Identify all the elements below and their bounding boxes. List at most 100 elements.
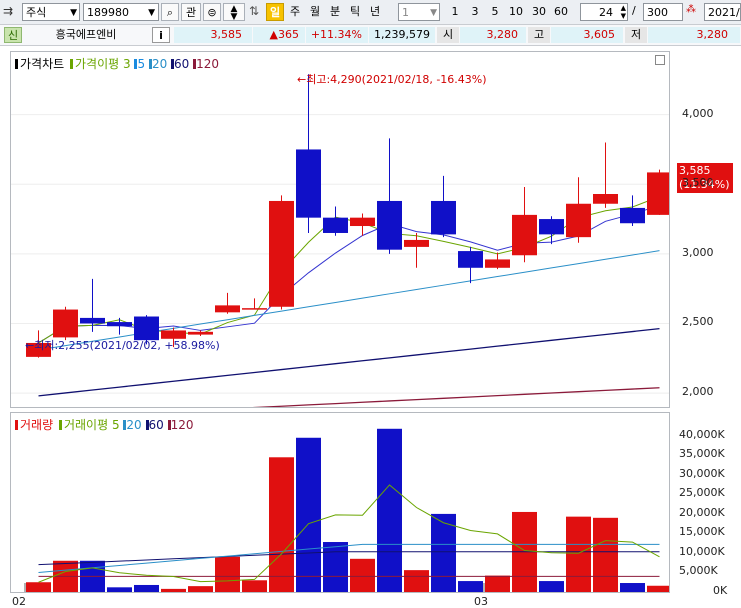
candle-up bbox=[215, 305, 240, 313]
candle-down bbox=[80, 317, 105, 324]
total-count-input[interactable]: 300 bbox=[643, 3, 683, 21]
legend-marker bbox=[15, 420, 18, 430]
legend-marker bbox=[15, 59, 18, 69]
interval-30-button[interactable]: 30 bbox=[528, 3, 550, 21]
low-annotation: ←최저:2,255(2021/02/02, +58.98%) bbox=[25, 339, 220, 352]
link-button[interactable]: ⊜ bbox=[203, 3, 221, 21]
volume-bar-down bbox=[620, 583, 645, 592]
toolbar: ⇉ 주식 ▼ 189980 ▼ ⌕ 관 ⊜ ▲ ▼ ⇅ 일 주 월 분 틱 년 1… bbox=[0, 0, 741, 25]
stock-name: 흥국에프엔비 bbox=[55, 28, 117, 41]
candle-down bbox=[296, 149, 321, 218]
volume-bar-up bbox=[566, 516, 591, 592]
volume-bar-down bbox=[377, 428, 402, 592]
count-stepper[interactable]: 24 ▲ ▼ bbox=[580, 3, 628, 21]
price-y-tick-label: 3,500 bbox=[682, 176, 714, 190]
volume-bar-down bbox=[539, 581, 564, 592]
trade-volume: 1,239,579 bbox=[369, 27, 435, 43]
legend-marker bbox=[70, 59, 73, 69]
low-price: 3,280 bbox=[648, 27, 740, 43]
volume-bar-down bbox=[296, 437, 321, 592]
period-tab-day[interactable]: 일 bbox=[266, 3, 284, 21]
stepper-arrows-icon: ▲ ▼ bbox=[620, 4, 626, 20]
stepper-button[interactable]: ▲ ▼ bbox=[223, 3, 245, 22]
high-price: 3,605 bbox=[551, 27, 623, 43]
volume-bar-up bbox=[161, 588, 186, 592]
volume-y-tick-label: 25,000K bbox=[679, 486, 725, 500]
kwan-button[interactable]: 관 bbox=[181, 3, 201, 21]
volume-y-tick-label: 40,000K bbox=[679, 427, 725, 441]
volume-y-tick-label: 30,000K bbox=[679, 466, 725, 480]
chevron-down-icon: ▼ bbox=[148, 8, 155, 18]
period-tab-minute[interactable]: 분 bbox=[326, 3, 344, 21]
price-chart-svg bbox=[11, 74, 669, 407]
link-icon: ⊜ bbox=[207, 6, 217, 19]
ma120-line bbox=[252, 387, 660, 407]
volume-chart-panel[interactable]: 거래량 거래이평 5 20 60 120 bbox=[10, 412, 670, 593]
volume-bar-down bbox=[107, 587, 132, 592]
interval-10-button[interactable]: 10 bbox=[505, 3, 527, 21]
price-chart-panel[interactable]: 가격차트 가격이평 3 5 20 60 120 ←최고:4,290(2021/0… bbox=[10, 51, 670, 408]
volume-chart-svg bbox=[24, 428, 669, 592]
open-label: 시 bbox=[437, 27, 459, 43]
candle-down bbox=[620, 207, 645, 224]
volume-y-tick-label: 15,000K bbox=[679, 525, 725, 539]
sort-icon[interactable]: ⇅ bbox=[249, 4, 259, 18]
candle-down bbox=[458, 251, 483, 268]
volume-bar-up bbox=[215, 556, 240, 592]
price-change: ▲365 bbox=[253, 27, 305, 43]
interval-select[interactable]: 1 ▼ bbox=[398, 3, 440, 21]
candle-up bbox=[647, 172, 669, 215]
current-price: 3,585 bbox=[174, 27, 252, 43]
chart-type-icon[interactable]: ⇉ bbox=[3, 3, 19, 19]
interval-5-button[interactable]: 5 bbox=[486, 3, 504, 21]
candle-up bbox=[485, 259, 510, 268]
interval-3-button[interactable]: 3 bbox=[466, 3, 484, 21]
legend-vma120: 120 bbox=[170, 418, 194, 432]
date-input[interactable]: 2021/0 bbox=[704, 3, 741, 21]
legend-volume-ma-label: 거래이평 bbox=[63, 418, 109, 432]
stock-info-button[interactable]: i bbox=[152, 27, 170, 43]
period-tab-year[interactable]: 년 bbox=[366, 3, 384, 21]
candle-up bbox=[188, 331, 213, 335]
price-y-tick-label: 4,000 bbox=[682, 106, 714, 120]
candle-up bbox=[242, 308, 267, 310]
volume-bar-up bbox=[350, 558, 375, 592]
grid-toggle-icon[interactable]: ⁂ bbox=[686, 4, 696, 15]
legend-ma60: 60 bbox=[174, 57, 190, 71]
volume-bar-up bbox=[647, 585, 669, 592]
chevron-down-icon: ▼ bbox=[430, 8, 437, 18]
interval-1-button[interactable]: 1 bbox=[446, 3, 464, 21]
interval-60-button[interactable]: 60 bbox=[550, 3, 572, 21]
legend-ma-label: 가격이평 bbox=[75, 57, 120, 71]
new-listing-badge: 신 bbox=[4, 27, 22, 43]
legend-price-title: 가격차트 bbox=[20, 57, 65, 71]
legend-vma5: 5 bbox=[111, 418, 120, 432]
price-y-tick-label: 2,000 bbox=[682, 385, 714, 399]
legend-vma20: 20 bbox=[126, 418, 142, 432]
volume-bar-up bbox=[593, 517, 618, 592]
high-annotation: ←최고:4,290(2021/02/18, -16.43%) bbox=[297, 73, 487, 86]
volume-bar-up bbox=[188, 586, 213, 592]
candle-up bbox=[404, 239, 429, 247]
period-tab-month[interactable]: 월 bbox=[306, 3, 324, 21]
candle-down bbox=[323, 217, 348, 233]
search-button[interactable]: ⌕ bbox=[161, 3, 179, 21]
period-tab-week[interactable]: 주 bbox=[286, 3, 304, 21]
price-y-tick-label: 2,500 bbox=[682, 315, 714, 329]
volume-y-tick-label: 20,000K bbox=[679, 505, 725, 519]
legend-ma120: 120 bbox=[196, 57, 220, 71]
panel-close-icon[interactable] bbox=[655, 55, 665, 65]
market-select[interactable]: 주식 ▼ bbox=[22, 3, 80, 21]
legend-ma20: 20 bbox=[151, 57, 168, 71]
x-axis-label-feb: 02 bbox=[12, 595, 26, 608]
stock-code-input[interactable]: 189980 ▼ bbox=[83, 3, 159, 21]
volume-bar-down bbox=[323, 542, 348, 592]
volume-bar-up bbox=[26, 582, 51, 592]
period-tab-tick[interactable]: 틱 bbox=[346, 3, 364, 21]
price-y-tick-label: 3,000 bbox=[682, 245, 714, 259]
candle-up bbox=[350, 217, 375, 227]
volume-y-tick-label: 0K bbox=[713, 584, 728, 597]
volume-y-tick-label: 5,000K bbox=[679, 564, 718, 578]
high-label: 고 bbox=[528, 27, 550, 43]
volume-bar-up bbox=[269, 457, 294, 592]
